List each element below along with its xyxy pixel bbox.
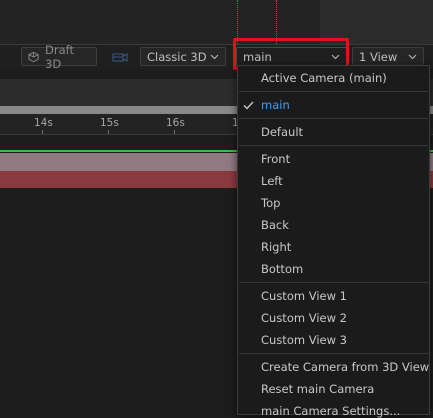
camera-icon[interactable] <box>112 51 128 63</box>
menu-item-custom-view-3[interactable]: Custom View 3 <box>261 333 347 347</box>
menu-separator <box>239 118 428 119</box>
tick-mark <box>108 130 109 134</box>
view-layout-dropdown[interactable]: 1 View <box>352 47 424 66</box>
menu-item-active-camera[interactable]: Active Camera (main) <box>261 71 387 85</box>
menu-item-front[interactable]: Front <box>261 152 290 166</box>
renderer-value: Classic 3D <box>147 49 207 64</box>
menu-item-right[interactable]: Right <box>261 240 291 254</box>
menu-item-default[interactable]: Default <box>261 125 303 139</box>
menu-separator <box>239 353 428 354</box>
menu-item-reset-camera[interactable]: Reset main Camera <box>261 382 374 396</box>
draft-3d-button[interactable]: Draft 3D <box>21 43 97 71</box>
view-layout-value: 1 View <box>359 49 398 64</box>
tick-mark <box>174 130 175 134</box>
menu-item-custom-view-2[interactable]: Custom View 2 <box>261 311 347 325</box>
menu-separator <box>239 145 428 146</box>
camera-menu: Active Camera (main) main Default Front … <box>237 65 430 418</box>
chevron-down-icon <box>408 54 417 59</box>
draft-3d-label: Draft 3D <box>45 42 75 71</box>
menu-item-back[interactable]: Back <box>261 218 289 232</box>
menu-item-main[interactable]: main <box>261 98 290 112</box>
renderer-dropdown[interactable]: Classic 3D <box>140 47 226 66</box>
tick-label: 15s <box>100 117 119 129</box>
menu-item-create-camera[interactable]: Create Camera from 3D View <box>261 360 429 374</box>
tick-mark <box>42 130 43 134</box>
tick-label: 16s <box>166 117 185 129</box>
menu-separator <box>239 282 428 283</box>
menu-separator <box>239 91 428 92</box>
chevron-down-icon <box>210 54 219 59</box>
menu-item-top[interactable]: Top <box>261 196 280 210</box>
menu-item-camera-settings[interactable]: main Camera Settings... <box>261 404 400 418</box>
checkmark-icon <box>243 101 254 110</box>
tick-label: 14s <box>34 117 53 129</box>
menu-item-custom-view-1[interactable]: Custom View 1 <box>261 289 347 303</box>
menu-item-bottom[interactable]: Bottom <box>261 262 303 276</box>
cube-icon <box>28 51 39 62</box>
menu-item-left[interactable]: Left <box>261 174 283 188</box>
